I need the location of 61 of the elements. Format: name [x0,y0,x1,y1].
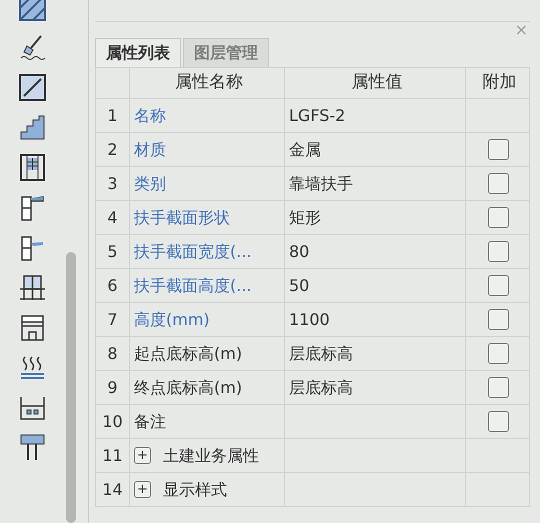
property-name: 名称 [130,99,285,133]
property-name: 高度(mm) [130,303,285,337]
diagonal-square-icon[interactable] [18,74,46,101]
grid-icon[interactable] [18,154,46,181]
row-number: 8 [96,337,130,371]
property-value[interactable]: 1100 [285,303,466,337]
checkbox[interactable] [488,377,509,398]
property-value[interactable]: 层底标高 [285,337,466,371]
group-label: 土建业务属性 [163,444,259,466]
window-sill-icon[interactable] [18,394,46,421]
property-value[interactable]: 矩形 [285,201,466,235]
property-name: 起点底标高(m) [130,337,285,371]
checkbox[interactable] [488,241,509,262]
column-icon[interactable] [18,234,46,261]
heating-icon[interactable] [18,354,46,381]
row-number: 5 [96,235,130,269]
scrollbar[interactable] [66,252,76,523]
sign-post-icon[interactable] [18,434,46,461]
property-name: 扶手截面宽度(... [130,235,285,269]
checkbox[interactable] [488,207,509,228]
property-value[interactable]: 层底标高 [285,371,466,405]
group-label: 显示样式 [163,478,227,500]
property-name: 扶手截面高度(... [130,269,285,303]
checkbox[interactable] [488,309,509,330]
property-value[interactable]: LGFS-2 [285,99,466,133]
checkbox[interactable] [488,139,509,160]
row-number: 9 [96,371,130,405]
row-number: 1 [96,99,130,133]
row-number: 10 [96,405,130,439]
property-name: 材质 [130,133,285,167]
railing-icon[interactable] [18,274,46,301]
column-header: 属性值 [285,68,466,99]
checkbox[interactable] [488,173,509,194]
row-number: 14 [96,473,130,507]
row-number: 6 [96,269,130,303]
property-value[interactable]: 金属 [285,133,466,167]
property-value[interactable]: 靠墙扶手 [285,167,466,201]
storefront-icon[interactable] [18,314,46,341]
column-icon[interactable] [18,194,46,221]
column-header: 属性名称 [130,68,285,99]
row-number: 11 [96,439,130,473]
column-header: 附加 [466,68,530,99]
row-number: 4 [96,201,130,235]
property-name: 备注 [130,405,285,439]
property-name: 终点底标高(m) [130,371,285,405]
expand-button[interactable]: + [134,481,151,498]
tab[interactable]: 属性列表 [95,38,181,67]
row-number: 3 [96,167,130,201]
expand-button[interactable]: + [134,447,151,464]
property-name: 扶手截面形状 [130,201,285,235]
row-number: 2 [96,133,130,167]
checkbox[interactable] [488,275,509,296]
property-name: 类别 [130,167,285,201]
checkbox[interactable] [488,343,509,364]
property-value[interactable]: 50 [285,269,466,303]
row-number: 7 [96,303,130,337]
stairs-icon[interactable] [18,114,46,141]
hatched-square-icon[interactable] [18,0,46,21]
checkbox[interactable] [488,411,509,432]
shovel-icon[interactable] [18,34,46,61]
property-value[interactable]: 80 [285,235,466,269]
